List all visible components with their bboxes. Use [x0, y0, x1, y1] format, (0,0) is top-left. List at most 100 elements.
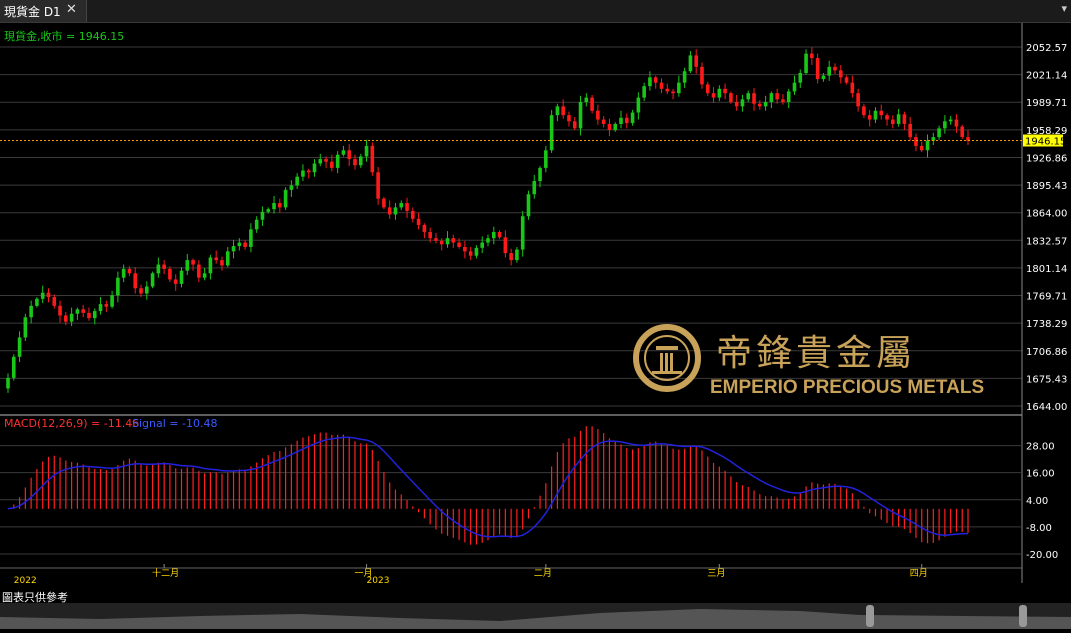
candle-body — [168, 268, 172, 280]
candle-body — [341, 150, 346, 155]
candle-body — [862, 106, 866, 116]
candle-body — [567, 115, 571, 122]
candle-body — [960, 126, 965, 138]
time-label: 十二月 — [152, 567, 179, 579]
price-legend: 現貨金,收市 = 1946.15 — [4, 29, 124, 43]
candle-body — [561, 106, 565, 116]
macd-legend: MACD(12,26,9) = -11.46 — [4, 417, 139, 430]
candle-body — [208, 257, 213, 274]
candle-body — [312, 163, 317, 173]
candle-body — [353, 159, 357, 166]
candle-body — [752, 93, 756, 104]
candle-body — [694, 55, 698, 67]
candle-body — [428, 232, 432, 239]
candle-body — [891, 119, 895, 124]
candle-body — [804, 53, 808, 73]
candle-body — [937, 128, 941, 138]
candle-body — [382, 198, 386, 208]
candle-body — [439, 240, 444, 245]
candle-body — [619, 117, 623, 124]
candle-body — [896, 114, 901, 124]
candle-body — [416, 218, 421, 225]
close-icon[interactable]: ✕ — [66, 2, 77, 17]
candle-body — [434, 238, 438, 241]
price-tick-label: 1832.57 — [1026, 236, 1067, 247]
candle-body — [445, 238, 450, 245]
candle-body — [185, 260, 190, 271]
navigator-handle-right[interactable] — [1019, 605, 1027, 627]
candle-body — [509, 253, 513, 261]
time-label: 2022 — [14, 576, 37, 586]
candle-body — [682, 71, 687, 83]
candle-body — [775, 93, 779, 100]
candle-body — [474, 247, 479, 256]
candle-body — [144, 286, 149, 294]
candle-body — [746, 93, 751, 100]
candle-body — [58, 305, 62, 316]
price-tick-label: 1801.14 — [1026, 264, 1067, 275]
candle-body — [526, 194, 531, 217]
candle-body — [260, 211, 265, 220]
candle-body — [943, 121, 947, 129]
candle-body — [908, 123, 912, 138]
candle-body — [156, 264, 161, 274]
candle-body — [23, 317, 28, 338]
macd-tick-label: -20.00 — [1026, 550, 1058, 561]
candle-body — [179, 270, 184, 284]
candle-body — [665, 88, 670, 92]
candle-body — [613, 123, 618, 131]
macd-tick-label: -8.00 — [1026, 523, 1052, 534]
menu-arrow-icon[interactable]: ▾ — [1061, 2, 1067, 15]
candle-body — [220, 260, 224, 266]
candle-body — [538, 167, 542, 182]
candle-body — [532, 181, 537, 195]
candle-body — [11, 356, 16, 378]
candle-body — [758, 103, 762, 107]
candle-body — [885, 115, 889, 120]
candle-body — [347, 150, 352, 160]
tab-title: 現貨金 D1 — [4, 5, 61, 19]
candle-body — [237, 242, 242, 247]
price-tick-label: 2052.57 — [1026, 43, 1067, 54]
candle-body — [278, 203, 282, 208]
navigator-scrollbar[interactable] — [0, 603, 1071, 629]
candle-body — [954, 119, 959, 127]
candle-body — [555, 106, 560, 116]
candle-body — [69, 313, 74, 322]
candle-body — [358, 156, 363, 166]
candle-body — [306, 170, 311, 173]
candle-body — [225, 251, 230, 266]
candle-body — [810, 53, 814, 59]
candle-body — [740, 99, 745, 107]
candle-body — [411, 210, 415, 219]
candle-body — [104, 304, 109, 307]
candle-body — [688, 55, 693, 72]
candle-body — [671, 91, 675, 94]
candle-body — [283, 189, 288, 208]
candle-body — [503, 237, 508, 254]
candle-body — [873, 110, 878, 120]
candle-body — [162, 264, 166, 269]
candle-body — [451, 238, 456, 243]
candle-body — [231, 246, 236, 252]
candle-body — [723, 88, 727, 94]
navigator-handle-left[interactable] — [866, 605, 874, 627]
last-price-label: 1946.15 — [1025, 137, 1066, 148]
candle-body — [624, 117, 629, 124]
candle-body — [948, 119, 953, 122]
candle-body — [844, 77, 849, 83]
candle-body — [364, 145, 369, 157]
candle-body — [133, 273, 138, 289]
price-tick-label: 2021.14 — [1026, 71, 1067, 82]
candle-body — [815, 58, 820, 80]
chart-tab[interactable]: 現貨金 D1 ✕ — [0, 0, 87, 22]
candle-body — [578, 101, 583, 129]
candle-body — [243, 242, 247, 247]
candle-body — [197, 264, 201, 278]
candle-body — [769, 93, 774, 102]
candle-body — [87, 312, 91, 319]
candle-body — [653, 77, 658, 83]
candle-body — [659, 82, 664, 89]
candle-body — [81, 309, 85, 313]
candle-body — [457, 242, 461, 247]
